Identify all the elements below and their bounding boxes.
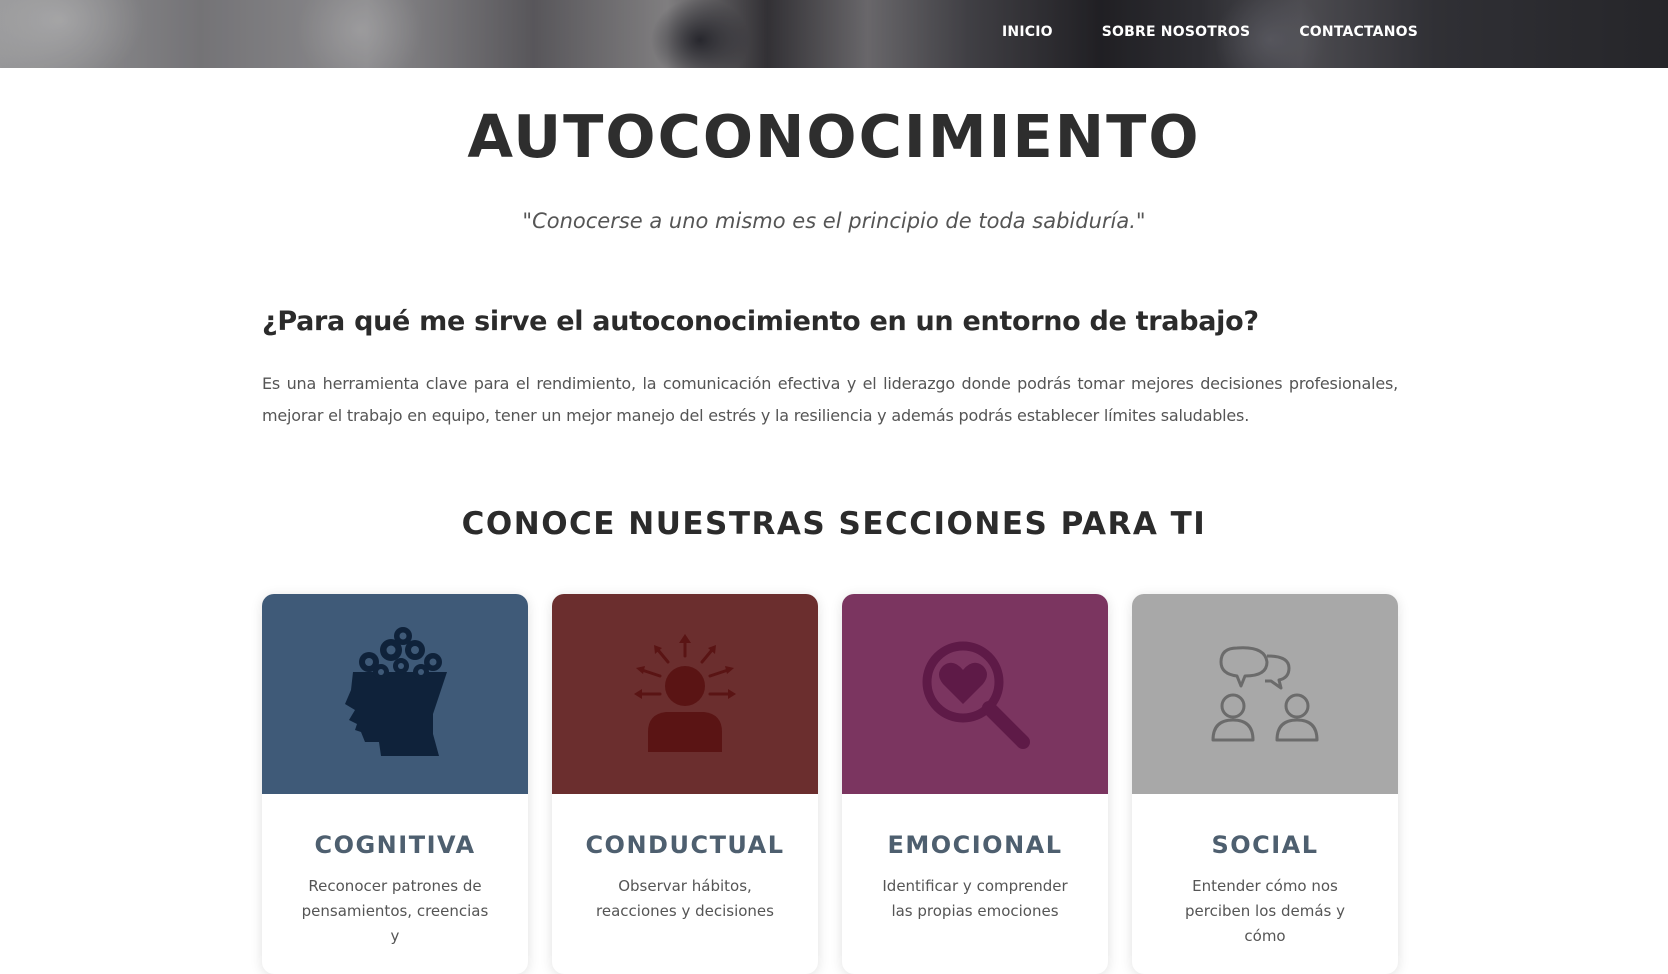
people-chat-icon xyxy=(1211,646,1319,742)
card-cognitiva-text: Reconocer patrones de pensamientos, cree… xyxy=(301,877,489,945)
card-emocional[interactable]: EMOCIONAL Identificar y comprender las p… xyxy=(842,594,1108,974)
card-emocional-title: EMOCIONAL xyxy=(887,831,1063,859)
card-conductual-title: CONDUCTUAL xyxy=(585,831,785,859)
question-body: Es una herramienta clave para el rendimi… xyxy=(262,374,1398,425)
top-nav: INICIO SOBRE NOSOTROS CONTACTANOS xyxy=(1002,0,1418,64)
hero-banner: INICIO SOBRE NOSOTROS CONTACTANOS xyxy=(0,0,1668,68)
person-arrows-icon xyxy=(634,634,736,752)
card-social-text: Entender cómo nos perciben los demás y c… xyxy=(1185,877,1345,945)
nav-inicio[interactable]: INICIO xyxy=(1002,24,1053,40)
heart-magnifier-icon xyxy=(922,641,1030,749)
page-title: AUTOCONOCIMIENTO xyxy=(467,102,1201,171)
nav-sobre-nosotros[interactable]: SOBRE NOSOTROS xyxy=(1102,24,1251,40)
card-conductual[interactable]: CONDUCTUAL Observar hábitos, reacciones … xyxy=(552,594,818,974)
sections-title: CONOCE NUESTRAS SECCIONES PARA TI xyxy=(461,506,1207,542)
card-emocional-header xyxy=(842,594,1108,794)
card-social[interactable]: SOCIAL Entender cómo nos perciben los de… xyxy=(1132,594,1398,974)
card-cognitiva[interactable]: COGNITIVA Reconocer patrones de pensamie… xyxy=(262,594,528,974)
question-heading: ¿Para qué me sirve el autoconocimiento e… xyxy=(262,306,1259,337)
head-gears-icon xyxy=(345,627,447,756)
card-conductual-header xyxy=(552,594,818,794)
card-cognitiva-title: COGNITIVA xyxy=(314,831,476,859)
page-quote: "Conocerse a uno mismo es el principio d… xyxy=(522,209,1146,233)
nav-contactanos[interactable]: CONTACTANOS xyxy=(1299,24,1418,40)
card-social-title: SOCIAL xyxy=(1211,831,1319,859)
card-conductual-text: Observar hábitos, reacciones y decisione… xyxy=(596,877,774,920)
card-cognitiva-header xyxy=(262,594,528,794)
card-social-header xyxy=(1132,594,1398,794)
card-emocional-text: Identificar y comprender las propias emo… xyxy=(882,877,1068,920)
sections-cards: COGNITIVA Reconocer patrones de pensamie… xyxy=(262,594,1398,974)
